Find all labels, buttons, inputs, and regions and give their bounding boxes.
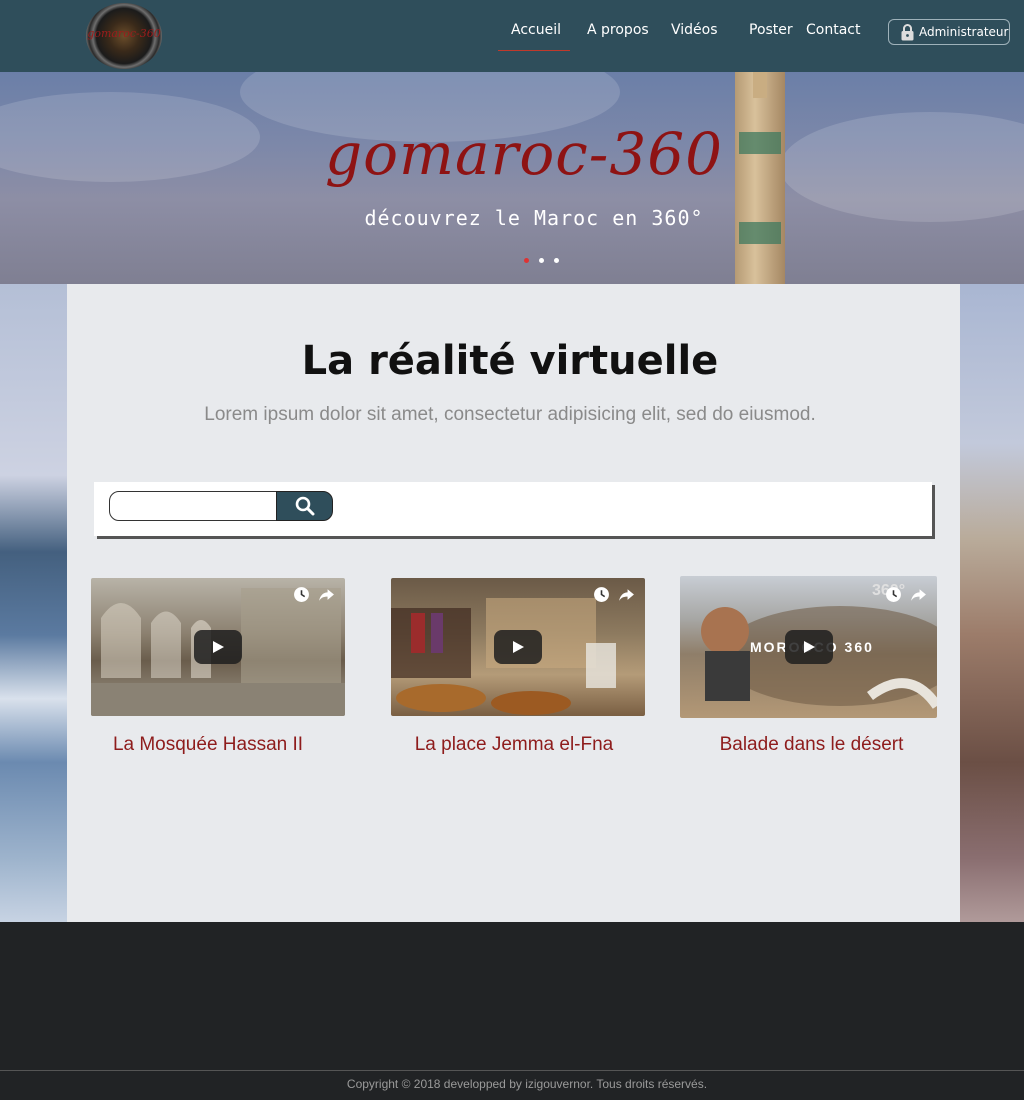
search-input[interactable] (109, 491, 277, 521)
search-icon (295, 496, 314, 516)
clock-icon[interactable] (293, 586, 310, 603)
copyright-text: Copyright © 2018 developped by izigouver… (346, 1077, 708, 1091)
navbar: gomaroc-360 Accueil A propos Vidéos Post… (0, 0, 1024, 72)
footer: Copyright © 2018 developped by izigouver… (0, 922, 1024, 1100)
background-city-right (960, 284, 1024, 922)
nav-item-a-propos[interactable]: A propos (587, 22, 649, 38)
video-title[interactable]: La place Jemma el-Fna (387, 734, 641, 756)
video-title[interactable]: Balade dans le désert (683, 734, 940, 756)
background-sea-left (0, 284, 67, 922)
nav-item-accueil[interactable]: Accueil (498, 22, 570, 51)
play-button[interactable] (494, 630, 542, 664)
admin-label: Administrateur (919, 25, 1009, 39)
section-subtitle: Lorem ipsum dolor sit amet, consectetur … (204, 404, 816, 425)
section-title: La réalité virtuelle (301, 338, 719, 384)
share-icon[interactable] (910, 586, 927, 603)
video-actions (593, 586, 635, 603)
hero-title: gomaroc-360 (324, 120, 724, 188)
play-button[interactable] (784, 630, 833, 664)
video-thumbnail[interactable]: MOROCCO 360 360° (680, 576, 937, 718)
hero-subtitle: découvrez le Maroc en 360° (364, 206, 704, 230)
footer-divider (0, 1070, 1024, 1071)
nav-menu: Accueil A propos Vidéos Poster Contact (0, 0, 1024, 72)
video-title[interactable]: La Mosquée Hassan II (81, 734, 335, 756)
video-card: MOROCCO 360 360° Balade dans le désert (680, 576, 937, 755)
share-icon[interactable] (618, 586, 635, 603)
video-card: La Mosquée Hassan II (91, 578, 345, 755)
hero-banner: gomaroc-360 découvrez le Maroc en 360° (0, 72, 1024, 284)
carousel-dot-2[interactable] (539, 258, 544, 263)
clock-icon[interactable] (593, 586, 610, 603)
search-bar (94, 482, 932, 536)
play-icon (213, 641, 224, 653)
admin-button[interactable]: Administrateur (888, 19, 1010, 45)
share-icon[interactable] (318, 586, 335, 603)
main-content: La réalité virtuelle Lorem ipsum dolor s… (67, 284, 960, 922)
play-icon (513, 641, 524, 653)
play-button[interactable] (194, 630, 242, 664)
carousel-dot-1[interactable] (524, 258, 529, 263)
clock-icon[interactable] (885, 586, 902, 603)
video-actions (885, 586, 927, 603)
search-button[interactable] (276, 491, 333, 521)
nav-item-contact[interactable]: Contact (806, 22, 860, 38)
carousel-dot-3[interactable] (554, 258, 559, 263)
carousel-indicators (524, 258, 559, 263)
video-thumbnail[interactable] (91, 578, 345, 716)
nav-item-videos[interactable]: Vidéos (671, 22, 718, 38)
play-icon (803, 641, 815, 653)
video-actions (293, 586, 335, 603)
nav-item-poster[interactable]: Poster (749, 22, 793, 38)
video-thumbnail[interactable] (391, 578, 645, 716)
lock-icon (901, 23, 914, 40)
video-card: La place Jemma el-Fna (391, 578, 645, 755)
